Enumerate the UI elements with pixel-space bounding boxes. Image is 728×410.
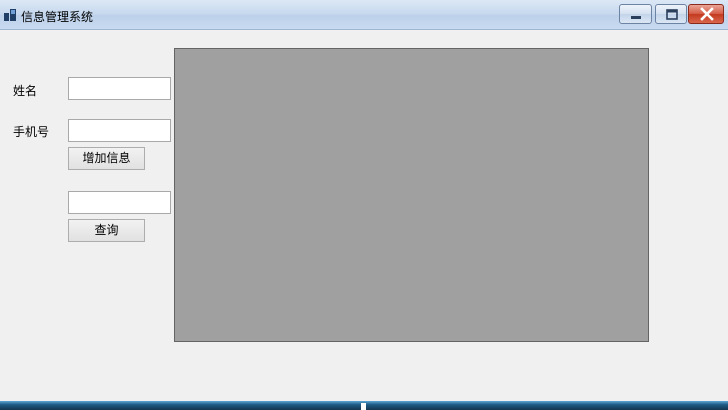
- maximize-icon: [666, 9, 678, 20]
- taskbar: [0, 401, 728, 410]
- taskbar-indicator: [361, 403, 366, 410]
- minimize-button[interactable]: [619, 4, 652, 24]
- close-icon: [700, 7, 714, 21]
- query-input[interactable]: [68, 191, 171, 214]
- name-label: 姓名: [13, 84, 38, 98]
- app-icon: [4, 9, 16, 21]
- add-info-button[interactable]: 增加信息: [68, 147, 145, 170]
- title-bar[interactable]: 信息管理系统: [0, 0, 728, 30]
- phone-label: 手机号: [13, 125, 50, 139]
- name-input[interactable]: [68, 77, 171, 100]
- app-window: 信息管理系统 姓名 手机号 增加信息 查询: [0, 0, 728, 401]
- minimize-icon: [631, 16, 641, 19]
- maximize-button[interactable]: [655, 4, 687, 24]
- data-grid[interactable]: [174, 48, 649, 342]
- close-button[interactable]: [688, 4, 724, 24]
- phone-input[interactable]: [68, 119, 171, 142]
- query-button[interactable]: 查询: [68, 219, 145, 242]
- window-title: 信息管理系统: [21, 10, 94, 24]
